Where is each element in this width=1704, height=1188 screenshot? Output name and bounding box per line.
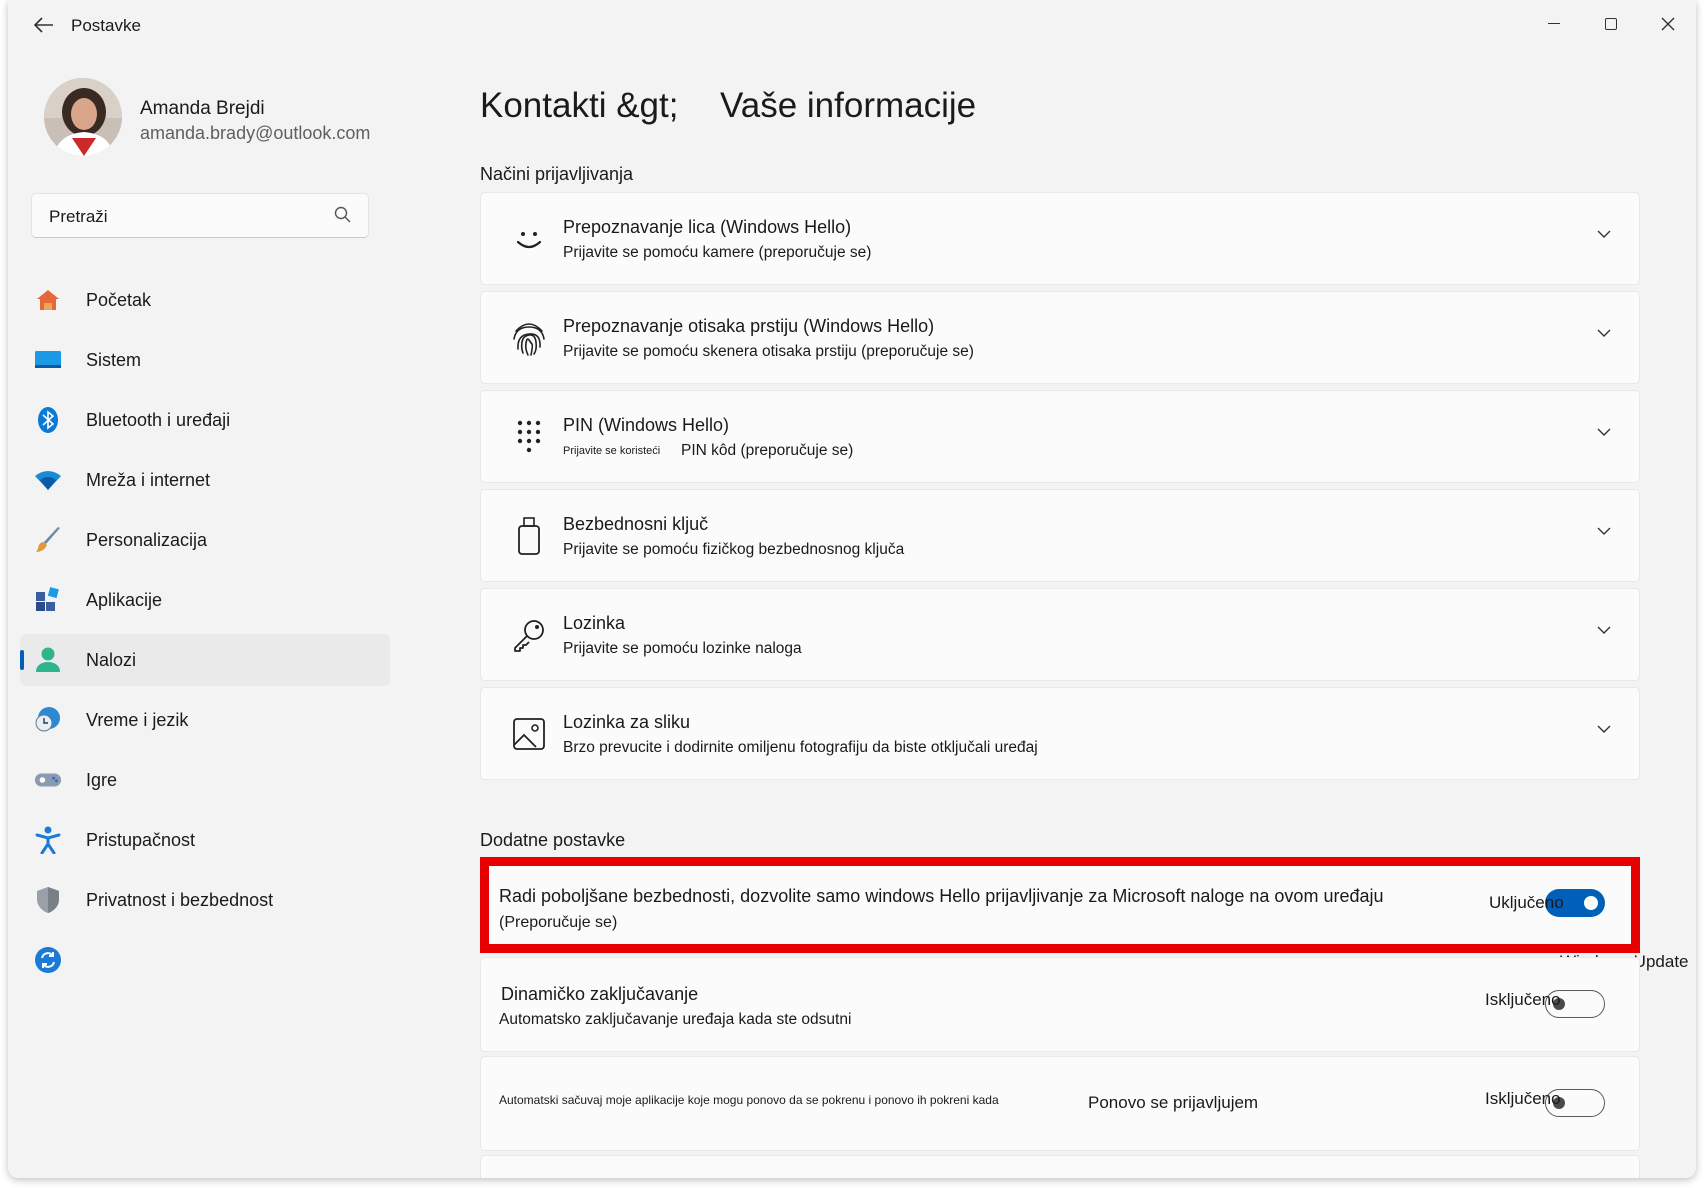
active-indicator [20,650,24,670]
setting-subtitle: Automatsko zaključavanje uređaja kada st… [499,1011,852,1028]
picture-icon [509,714,549,754]
profile-email: amanda.brady@outlook.com [140,123,371,143]
toggle-state-label: Isključeno [1485,990,1561,1009]
signin-option-security-key[interactable]: Bezbednosni ključ Prijavite se pomoću fi… [480,489,1640,582]
gamepad-icon [34,766,62,794]
minimize-button[interactable] [1528,8,1580,40]
profile-name: Amanda Brejdi [140,98,265,119]
brush-icon [34,526,62,554]
sidebar-item-accounts[interactable]: Nalozi [20,634,390,686]
keypad-icon [509,417,549,457]
face-icon [509,219,549,259]
sidebar-item-windows-update[interactable] [20,934,390,986]
chevron-down-icon[interactable] [1597,229,1611,239]
additional-section-heading: Dodatne postavke [480,830,626,850]
setting-title: Radi poboljšane bezbednosti, dozvolite s… [499,886,1384,906]
setting-title-prefix: Automatski sačuvaj moje aplikacije koje … [499,1093,999,1107]
breadcrumb-parent[interactable]: Kontakti &gt; [480,86,678,126]
page-title: Vaše informacije [720,86,977,125]
signin-option-fingerprint[interactable]: Prepoznavanje otisaka prstiju (Windows H… [480,291,1640,384]
sidebar-item-time-language[interactable]: Vreme i jezik [20,694,390,746]
home-icon [34,286,62,314]
settings-window: Postavke Amanda Brejdi amanda.brady@outl… [8,0,1696,1178]
clock-globe-icon [34,706,62,734]
sidebar-item-bluetooth[interactable]: Bluetooth i uređaji [20,394,390,446]
accounts-icon [34,646,62,674]
sidebar-item-privacy[interactable]: Privatnost i bezbednost [20,874,390,926]
sidebar-item-system[interactable]: Sistem [20,334,390,386]
setting-restart-apps: Automatski sačuvaj moje aplikacije koje … [480,1056,1640,1151]
bluetooth-icon [34,406,62,434]
setting-title: Ponovo se prijavljujem [1088,1093,1259,1112]
back-arrow-icon [34,17,53,33]
chevron-down-icon[interactable] [1597,724,1611,734]
sidebar-item-accessibility[interactable]: Pristupačnost [20,814,390,866]
wifi-icon [34,466,62,494]
avatar[interactable] [44,78,122,156]
close-icon [1661,17,1675,31]
chevron-down-icon[interactable] [1597,427,1611,437]
apps-icon [34,586,62,614]
sidebar-item-personalization[interactable]: Personalizacija [20,514,390,566]
accessibility-icon [34,826,62,854]
setting-title: Dinamičko zaključavanje [501,984,699,1004]
chevron-down-icon[interactable] [1597,328,1611,338]
signin-option-face[interactable]: Prepoznavanje lica (Windows Hello) Prija… [480,192,1640,285]
toggle-state-label: Uključeno [1489,893,1564,912]
setting-next-partial [480,1155,1640,1178]
signin-option-password[interactable]: Lozinka Prijavite se pomoću lozinke nalo… [480,588,1640,681]
close-button[interactable] [1642,8,1694,40]
window-title: Postavke [71,16,141,35]
search-input[interactable]: Pretraži [31,193,369,238]
setting-hello-only: Radi poboljšane bezbednosti, dozvolite s… [480,857,1640,953]
setting-dynamic-lock: Dinamičko zaključavanje Automatsko zaklj… [480,957,1640,1052]
toggle-knob [1584,896,1598,910]
key-icon [509,615,549,655]
maximize-icon [1605,18,1617,30]
sidebar-nav: Početak Sistem Bluetooth i uređaji Mreža… [20,274,390,994]
search-placeholder: Pretraži [49,207,108,226]
chevron-down-icon[interactable] [1597,526,1611,536]
sidebar-item-home[interactable]: Početak [20,274,390,326]
sidebar-item-apps[interactable]: Aplikacije [20,574,390,626]
signin-option-pin[interactable]: PIN (Windows Hello) Prijavite se koriste… [480,390,1640,483]
toggle-state-label: Isključeno [1485,1089,1561,1108]
fingerprint-icon [509,318,549,358]
signin-section-heading: Načini prijavljivanja [480,164,634,184]
windows-update-icon [34,946,62,974]
back-button[interactable] [24,10,64,40]
title-bar: Postavke [8,0,1696,50]
system-icon [34,346,62,374]
usb-key-icon [509,516,549,556]
user-profile: Amanda Brejdi amanda.brady@outlook.com [44,78,404,158]
search-icon[interactable] [334,206,352,224]
chevron-down-icon[interactable] [1597,625,1611,635]
sidebar-item-gaming[interactable]: Igre [20,754,390,806]
minimize-icon [1548,23,1560,24]
maximize-button[interactable] [1585,8,1637,40]
shield-icon [34,886,62,914]
sidebar-item-network[interactable]: Mreža i internet [20,454,390,506]
setting-subtitle: (Preporučuje se) [499,914,618,931]
signin-option-picture-password[interactable]: Lozinka za sliku Brzo prevucite i dodirn… [480,687,1640,780]
